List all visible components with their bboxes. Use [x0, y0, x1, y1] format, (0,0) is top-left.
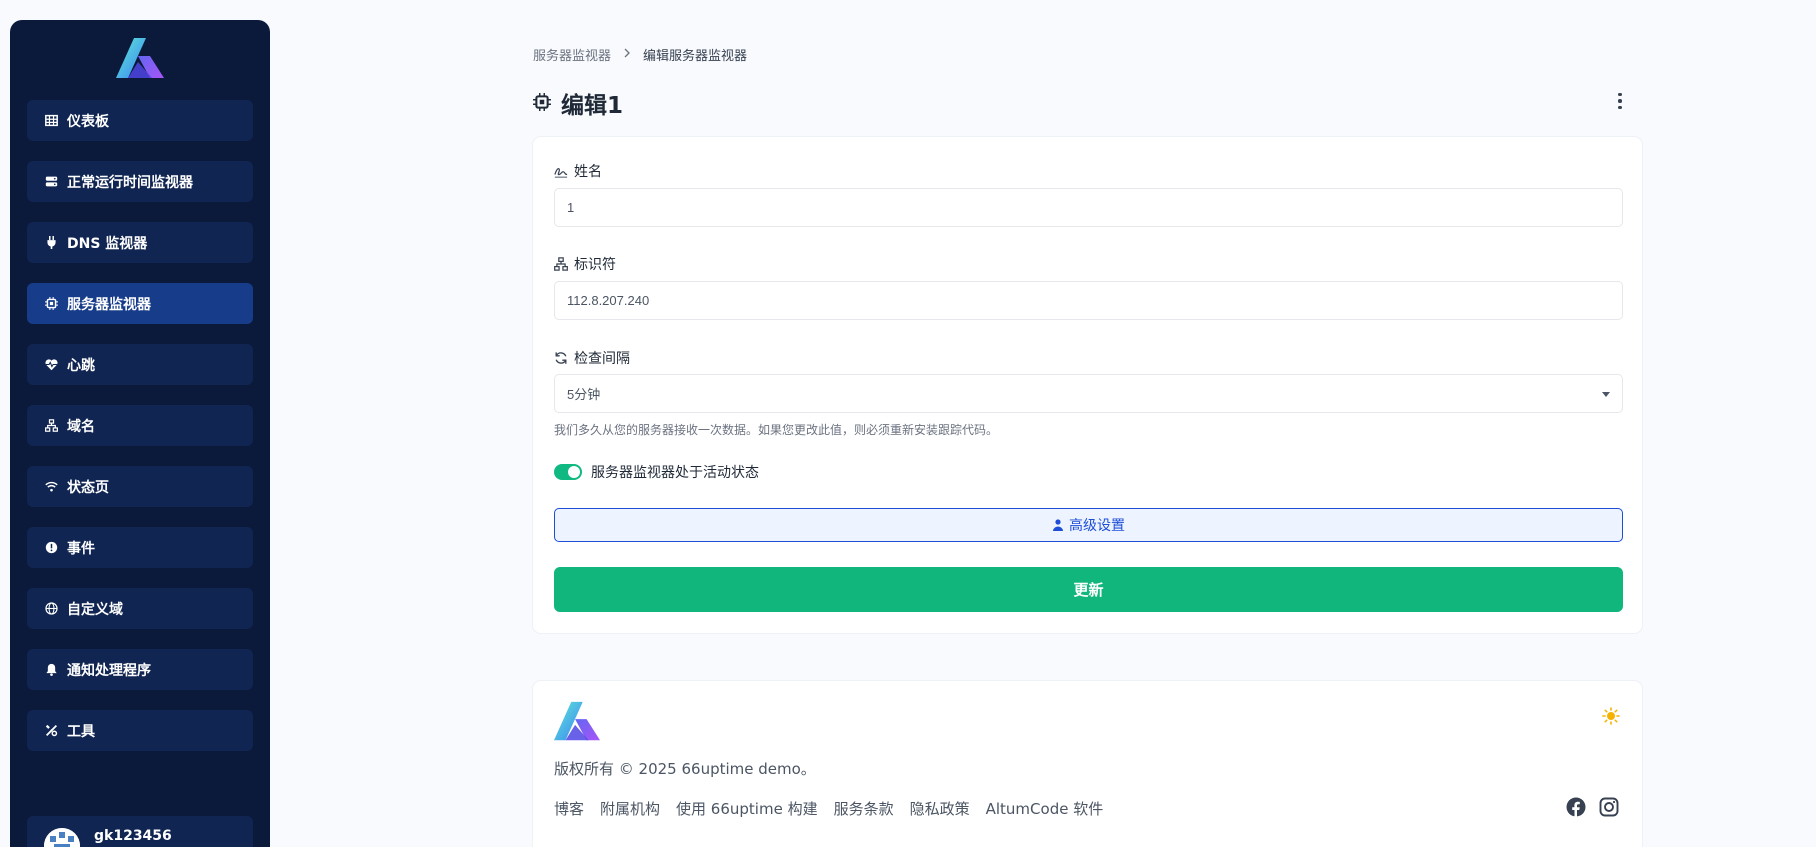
sidebar-item-label: 事件	[67, 540, 95, 557]
exclamation-icon	[44, 541, 58, 555]
footer-links: 博客 附属机构 使用 66uptime 构建 服务条款 隐私政策 AltumCo…	[554, 798, 1103, 819]
sidebar-item-label: 状态页	[67, 479, 109, 496]
sidebar-item-label: 仪表板	[67, 113, 109, 130]
interval-label: 检查间隔	[554, 348, 630, 368]
name-input[interactable]: 1	[554, 188, 1623, 227]
sidebar-item-label: 通知处理程序	[67, 662, 151, 679]
sidebar-item-label: 域名	[67, 418, 95, 435]
sync-icon	[555, 352, 567, 364]
sidebar-item-dashboard[interactable]: 仪表板	[27, 100, 253, 141]
sidebar-item-label: 心跳	[67, 357, 95, 374]
network-icon	[44, 419, 58, 433]
footer-logo[interactable]	[554, 701, 600, 743]
heartbeat-icon	[44, 358, 58, 372]
footer-link-altumcode[interactable]: AltumCode 软件	[986, 798, 1104, 819]
active-toggle-label: 服务器监视器处于活动状态	[591, 465, 759, 481]
footer-link-built-with[interactable]: 使用 66uptime 构建	[676, 798, 818, 819]
plug-icon	[44, 236, 58, 250]
advanced-settings-button[interactable]: 高级设置	[554, 508, 1623, 542]
page-title: 编辑1	[533, 86, 623, 120]
chip-icon	[533, 93, 553, 113]
sidebar-item-domains[interactable]: 域名	[27, 405, 253, 446]
active-toggle-row: 服务器监视器处于活动状态	[554, 462, 759, 482]
footer-link-privacy[interactable]: 隐私政策	[910, 798, 970, 819]
copyright-text: 版权所有 © 2025 66uptime demo。	[554, 760, 816, 778]
username: gk123456	[94, 828, 172, 844]
sidebar-item-status-pages[interactable]: 状态页	[27, 466, 253, 507]
sidebar-item-label: 服务器监视器	[67, 296, 151, 313]
breadcrumb: 服务器监视器 编辑服务器监视器	[533, 45, 747, 64]
sidebar-item-uptime-monitors[interactable]: 正常运行时间监视器	[27, 161, 253, 202]
interval-help-text: 我们多久从您的服务器接收一次数据。如果您更改此值，则必须重新安装跟踪代码。	[554, 423, 999, 437]
tools-icon	[44, 724, 58, 738]
update-button[interactable]: 更新	[554, 567, 1623, 612]
sidebar-item-label: 自定义域	[67, 601, 123, 618]
user-cog-icon	[1053, 519, 1063, 531]
sidebar-item-label: DNS 监视器	[67, 235, 148, 252]
sun-icon[interactable]	[1602, 707, 1620, 725]
sidebar-item-server-monitors[interactable]: 服务器监视器	[27, 283, 253, 324]
chevron-right-icon	[623, 47, 631, 62]
sidebar-item-label: 工具	[67, 723, 95, 740]
interval-select[interactable]: 5分钟	[554, 374, 1623, 413]
globe-icon	[44, 602, 58, 616]
app-logo[interactable]	[116, 38, 164, 80]
name-label: 姓名	[554, 161, 602, 181]
chevron-down-icon	[1602, 392, 1610, 397]
footer: 版权所有 © 2025 66uptime demo。 博客 附属机构 使用 66…	[533, 681, 1642, 847]
breadcrumb-parent-link[interactable]: 服务器监视器	[533, 45, 611, 64]
network-icon	[554, 257, 568, 271]
wifi-icon	[44, 480, 58, 494]
sidebar-item-tools[interactable]: 工具	[27, 710, 253, 751]
sidebar-item-notification-handlers[interactable]: 通知处理程序	[27, 649, 253, 690]
sidebar-item-incidents[interactable]: 事件	[27, 527, 253, 568]
instagram-icon[interactable]	[1599, 797, 1619, 817]
breadcrumb-current: 编辑服务器监视器	[643, 49, 748, 64]
identifier-input[interactable]: 112.8.207.240	[554, 281, 1623, 320]
user-menu[interactable]: gk123456	[27, 816, 253, 847]
identifier-label: 标识符	[554, 254, 616, 274]
server-icon	[44, 175, 58, 189]
chip-icon	[44, 297, 58, 311]
footer-link-blog[interactable]: 博客	[554, 798, 584, 819]
sidebar: 仪表板 正常运行时间监视器 DNS 监视器 服务器监视器 心跳 域名 状态页 事…	[10, 20, 270, 847]
bell-icon	[44, 663, 58, 677]
footer-link-terms[interactable]: 服务条款	[834, 798, 894, 819]
table-icon	[44, 114, 58, 128]
signature-icon	[554, 167, 568, 178]
facebook-icon[interactable]	[1566, 797, 1586, 817]
avatar-icon	[44, 828, 80, 847]
sidebar-item-dns-monitors[interactable]: DNS 监视器	[27, 222, 253, 263]
sidebar-item-label: 正常运行时间监视器	[67, 174, 193, 191]
edit-form-card: 姓名 1 标识符 112.8.207.240 检查间隔 5分钟 我们多久从您的服…	[533, 137, 1642, 633]
sidebar-item-heartbeats[interactable]: 心跳	[27, 344, 253, 385]
page-title-text: 编辑1	[561, 93, 624, 119]
active-toggle[interactable]	[554, 464, 582, 480]
more-vertical-icon[interactable]	[1614, 90, 1626, 112]
sidebar-item-custom-domains[interactable]: 自定义域	[27, 588, 253, 629]
footer-link-affiliate[interactable]: 附属机构	[600, 798, 660, 819]
